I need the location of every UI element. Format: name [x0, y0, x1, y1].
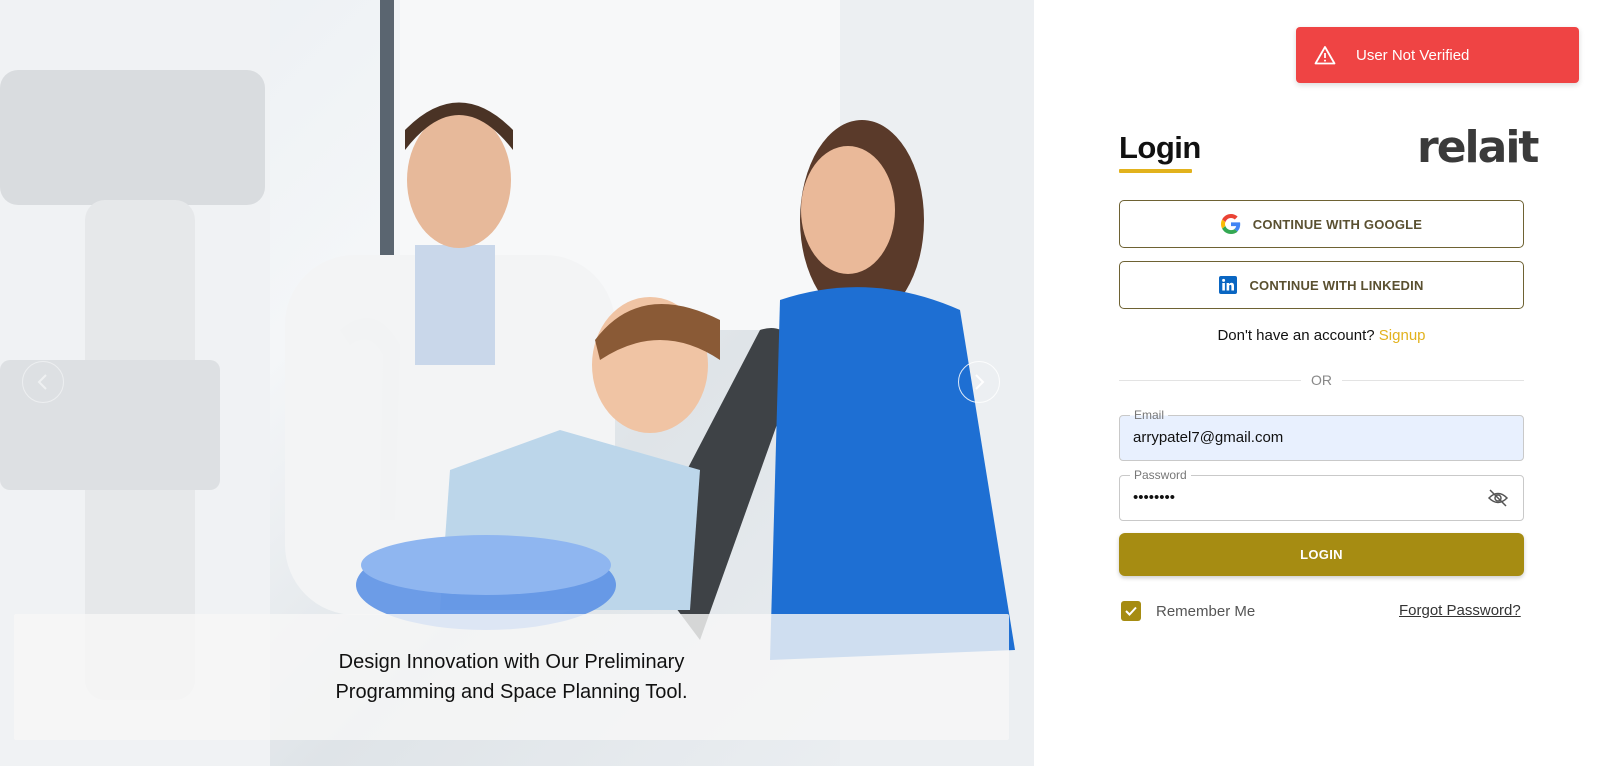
- warning-icon: [1314, 46, 1336, 65]
- no-account-text: Don't have an account?: [1217, 327, 1375, 344]
- toast-message: User Not Verified: [1356, 46, 1470, 64]
- eye-off-icon[interactable]: [1487, 488, 1509, 513]
- hero-caption-box: Design Innovation with Our Preliminary P…: [14, 614, 1009, 740]
- error-toast[interactable]: User Not Verified: [1296, 27, 1579, 83]
- email-label: Email: [1130, 408, 1169, 422]
- remember-label: Remember Me: [1156, 602, 1256, 620]
- google-login-button[interactable]: CONTINUE WITH GOOGLE: [1119, 200, 1524, 248]
- email-input[interactable]: [1133, 429, 1493, 446]
- title-underline: [1119, 169, 1192, 173]
- password-label: Password: [1130, 468, 1191, 482]
- page-title: Login: [1119, 130, 1201, 165]
- linkedin-login-button[interactable]: CONTINUE WITH LINKEDIN: [1119, 261, 1524, 309]
- carousel-prev-button[interactable]: [22, 361, 64, 403]
- google-icon: [1220, 214, 1241, 234]
- or-text: OR: [1311, 372, 1332, 388]
- password-field: Password: [1119, 468, 1524, 521]
- hero-carousel: Design Innovation with Our Preliminary P…: [0, 0, 1034, 766]
- email-field: Email: [1119, 408, 1524, 461]
- chevron-left-icon: [37, 374, 47, 390]
- signup-prompt: Don't have an account? Signup: [1119, 327, 1524, 344]
- hero-caption: Design Innovation with Our Preliminary P…: [335, 651, 688, 703]
- or-divider: OR: [1119, 372, 1524, 388]
- divider-line: [1342, 379, 1524, 381]
- brand-logo: relait: [1417, 122, 1539, 173]
- password-input[interactable]: [1133, 489, 1493, 506]
- linkedin-button-label: CONTINUE WITH LINKEDIN: [1249, 277, 1424, 293]
- signup-link[interactable]: Signup: [1379, 327, 1426, 344]
- divider-line: [1119, 379, 1301, 381]
- google-button-label: CONTINUE WITH GOOGLE: [1252, 216, 1423, 232]
- remember-checkbox[interactable]: [1121, 601, 1141, 621]
- remember-me[interactable]: Remember Me: [1121, 601, 1255, 621]
- login-button[interactable]: LOGIN: [1119, 533, 1524, 576]
- forgot-password-link[interactable]: Forgot Password?: [1399, 602, 1521, 619]
- check-icon: [1125, 606, 1137, 616]
- chevron-right-icon: [975, 374, 985, 390]
- carousel-next-button[interactable]: [958, 361, 1000, 403]
- linkedin-icon: [1219, 276, 1238, 294]
